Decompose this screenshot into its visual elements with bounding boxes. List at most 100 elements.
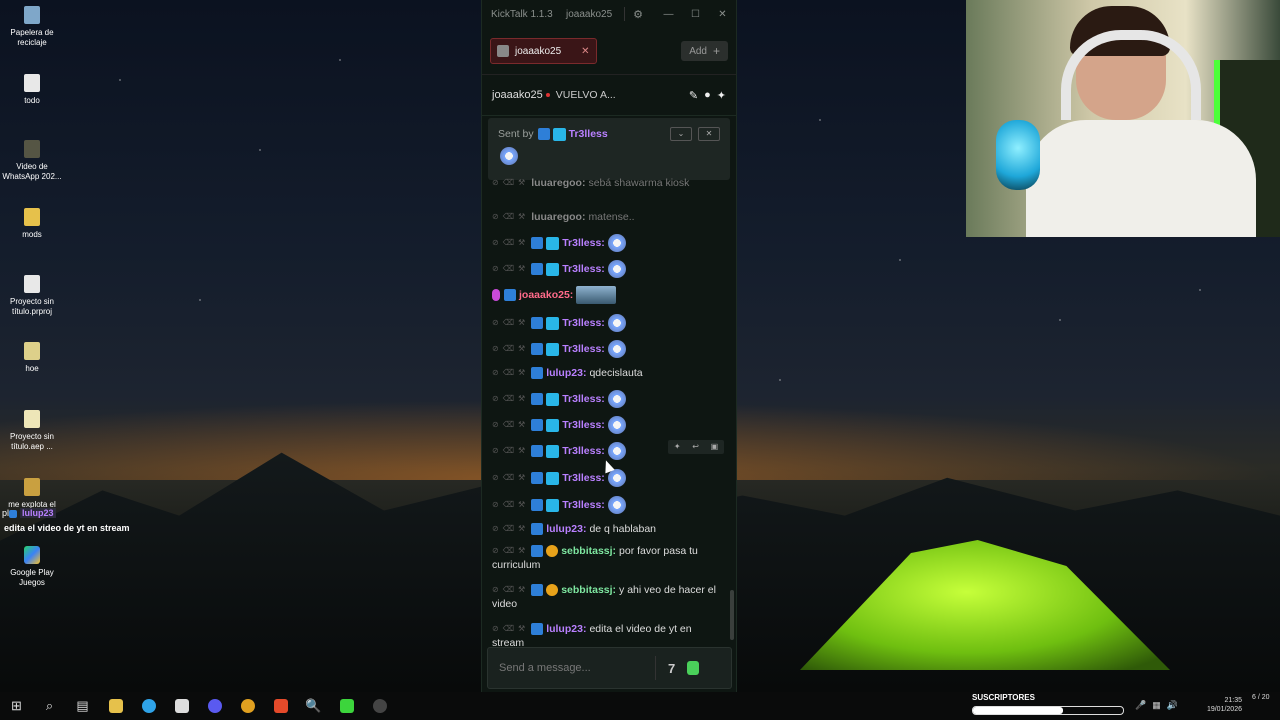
kicktalk-icon[interactable] [363, 692, 396, 720]
chat-username[interactable]: Tr3lless: [562, 263, 605, 275]
mod-quick-actions-icon[interactable]: ⊘⌫⚒ [492, 622, 529, 636]
mod-quick-actions-icon[interactable]: ⊘⌫⚒ [492, 262, 529, 276]
chat-username[interactable]: Tr3lless: [562, 343, 605, 355]
chat-username[interactable]: Tr3lless: [562, 499, 605, 511]
chat-message[interactable]: ⊘⌫⚒ luuaregoo: sebá shawarma kiosk [482, 176, 730, 190]
mod-quick-actions-icon[interactable]: ⊘⌫⚒ [492, 392, 529, 406]
chat-username[interactable]: Tr3lless: [562, 317, 605, 329]
mod-quick-actions-icon[interactable]: ⊘⌫⚒ [492, 444, 529, 458]
desktop-icon-aep[interactable]: Proyecto sin título.aep ... [0, 410, 64, 452]
desktop-icon-prproj[interactable]: Proyecto sin título.prproj [0, 275, 64, 317]
desktop-icon-me-explota[interactable]: me explota el [0, 478, 64, 510]
kick-icon[interactable] [330, 692, 363, 720]
chat-message[interactable]: ⊘⌫⚒ Tr3lless: [482, 340, 730, 358]
recycle-bin-icon [24, 6, 40, 24]
expand-pinned-icon[interactable]: ⌄ [670, 127, 692, 141]
chat-message[interactable]: ⊘⌫⚒ sebbitassj: y ahi veo de hacer el vide… [482, 583, 730, 611]
close-tab-icon[interactable]: ✕ [581, 46, 589, 57]
mod-quick-actions-icon[interactable]: ⊘⌫⚒ [492, 236, 529, 250]
mic-icon[interactable]: 🎤 [1135, 700, 1146, 711]
clock[interactable]: 21:35 19/01/2026 [1200, 696, 1242, 714]
chat-username[interactable]: sebbitassj: [561, 545, 616, 557]
brave-icon[interactable] [264, 692, 297, 720]
mod-quick-actions-icon[interactable]: ⊘⌫⚒ [492, 418, 529, 432]
mod-quick-actions-icon[interactable]: ⊘⌫⚒ [492, 176, 529, 190]
channel-tabs-bar: joaaako25 ✕ Add + [482, 28, 736, 75]
app-icon[interactable] [165, 692, 198, 720]
chat-username[interactable]: lulup23: [546, 623, 586, 635]
chat-username[interactable]: Tr3lless: [562, 419, 605, 431]
mod-quick-actions-icon[interactable]: ⊘⌫⚒ [492, 471, 529, 485]
chat-message[interactable]: ⊘⌫⚒ lulup23: de q hablaban [482, 522, 730, 536]
tab-joaaako25[interactable]: joaaako25 ✕ [490, 38, 597, 64]
mod-quick-actions-icon[interactable]: ⊘⌫⚒ [492, 210, 529, 224]
chat-scrollbar[interactable] [730, 590, 734, 640]
chat-username[interactable]: Tr3lless: [562, 472, 605, 484]
edge-icon[interactable] [132, 692, 165, 720]
chat-username[interactable]: lulup23: [546, 523, 586, 535]
chat-message[interactable]: ⊘⌫⚒ lulup23: edita el video de yt en strea… [482, 622, 730, 650]
mod-quick-actions-icon[interactable]: ⊘⌫⚒ [492, 316, 529, 330]
mod-quick-actions-icon[interactable]: ⊘⌫⚒ [492, 544, 529, 558]
kick-emote-picker-icon[interactable]: 7 [668, 661, 675, 676]
mod-actions-icon[interactable]: ✎ [689, 89, 698, 102]
chat-username[interactable]: Tr3lless: [562, 393, 605, 405]
obs-icon[interactable] [198, 692, 231, 720]
notification-count[interactable]: 6 / 20 [1252, 694, 1270, 701]
chat-message[interactable]: ⊘⌫⚒ Tr3lless: [482, 390, 730, 408]
volume-icon[interactable]: 🔊 [1167, 700, 1178, 711]
desktop-icon-hoe[interactable]: hoe [0, 342, 64, 374]
emote [500, 147, 518, 165]
mod-quick-actions-icon[interactable]: ⊘⌫⚒ [492, 522, 529, 536]
message-input[interactable] [488, 661, 651, 675]
chat-message[interactable]: joaaako25: [482, 286, 730, 304]
desktop-icon-mods[interactable]: mods [0, 208, 64, 240]
desktop-icon-whatsapp-video[interactable]: Video de WhatsApp 202... [0, 140, 64, 182]
chat-message[interactable]: ⊘⌫⚒ lulup23: qdecislauta [482, 366, 730, 380]
pin-icon[interactable]: ✦ [717, 89, 726, 102]
chat-message[interactable]: ⊘⌫⚒ Tr3lless: [482, 496, 730, 514]
desktop-icon-recycle-bin[interactable]: Papelera de reciclaje [0, 6, 64, 48]
chat-username[interactable]: Tr3lless: [562, 237, 605, 249]
gear-icon[interactable]: ⚙ [631, 8, 645, 21]
file-explorer-icon[interactable] [99, 692, 132, 720]
current-user-label[interactable]: joaaako25 [566, 9, 618, 20]
close-icon[interactable]: ✕ [709, 9, 736, 20]
minimize-icon[interactable]: — [655, 9, 682, 20]
chat-message[interactable]: ⊘⌫⚒ Tr3lless: [482, 260, 730, 278]
chrome-icon[interactable] [231, 692, 264, 720]
chat-message[interactable]: ⊘⌫⚒ sebbitassj: por favor pasa tu curricul… [482, 544, 730, 572]
maximize-icon[interactable]: ☐ [682, 9, 709, 20]
emote-picker-icon[interactable] [687, 661, 700, 675]
mod-quick-actions-icon[interactable]: ⊘⌫⚒ [492, 583, 529, 597]
pin-icon[interactable]: ✦ [674, 440, 681, 454]
mod-quick-actions-icon[interactable]: ⊘⌫⚒ [492, 342, 529, 356]
magnifier-icon[interactable]: 🔍 [297, 692, 330, 720]
moderator-badge-icon [531, 367, 544, 380]
search-icon[interactable]: ⌕ [33, 692, 66, 720]
reply-icon[interactable]: ↩ [692, 440, 699, 454]
chat-username[interactable]: luuaregoo: [531, 211, 585, 223]
chat-username[interactable]: lulup23: [546, 367, 586, 379]
add-channel-button[interactable]: Add + [681, 41, 728, 61]
chat-username[interactable]: sebbitassj: [561, 584, 616, 596]
network-icon[interactable]: ▦ [1152, 700, 1161, 711]
user-icon[interactable]: ● [704, 89, 711, 102]
start-button[interactable]: ⊞ [0, 692, 33, 720]
mod-quick-actions-icon[interactable]: ⊘⌫⚒ [492, 498, 529, 512]
microphone [996, 120, 1040, 190]
chat-username[interactable]: joaaako25: [519, 289, 573, 301]
mod-quick-actions-icon[interactable]: ⊘⌫⚒ [492, 366, 529, 380]
chat-message[interactable]: ⊘⌫⚒ Tr3lless: [482, 234, 730, 252]
chat-username[interactable]: Tr3lless: [562, 445, 605, 457]
task-view-icon[interactable]: ▤ [66, 692, 99, 720]
copy-icon[interactable]: ▣ [711, 440, 719, 454]
chat-message[interactable]: ⊘⌫⚒ Tr3lless: [482, 416, 730, 434]
chat-message[interactable]: ⊘⌫⚒ Tr3lless: [482, 314, 730, 332]
chat-username[interactable]: luuaregoo: [531, 177, 585, 189]
chat-message[interactable]: ⊘⌫⚒ luuaregoo: matense.. [482, 210, 730, 224]
desktop-icon-todo[interactable]: todo [0, 74, 64, 106]
unpin-icon[interactable]: ✕ [698, 127, 720, 141]
pinned-sender[interactable]: Tr3lless [569, 128, 608, 140]
desktop-icon-google-play-games[interactable]: Google Play Juegos [0, 546, 64, 588]
